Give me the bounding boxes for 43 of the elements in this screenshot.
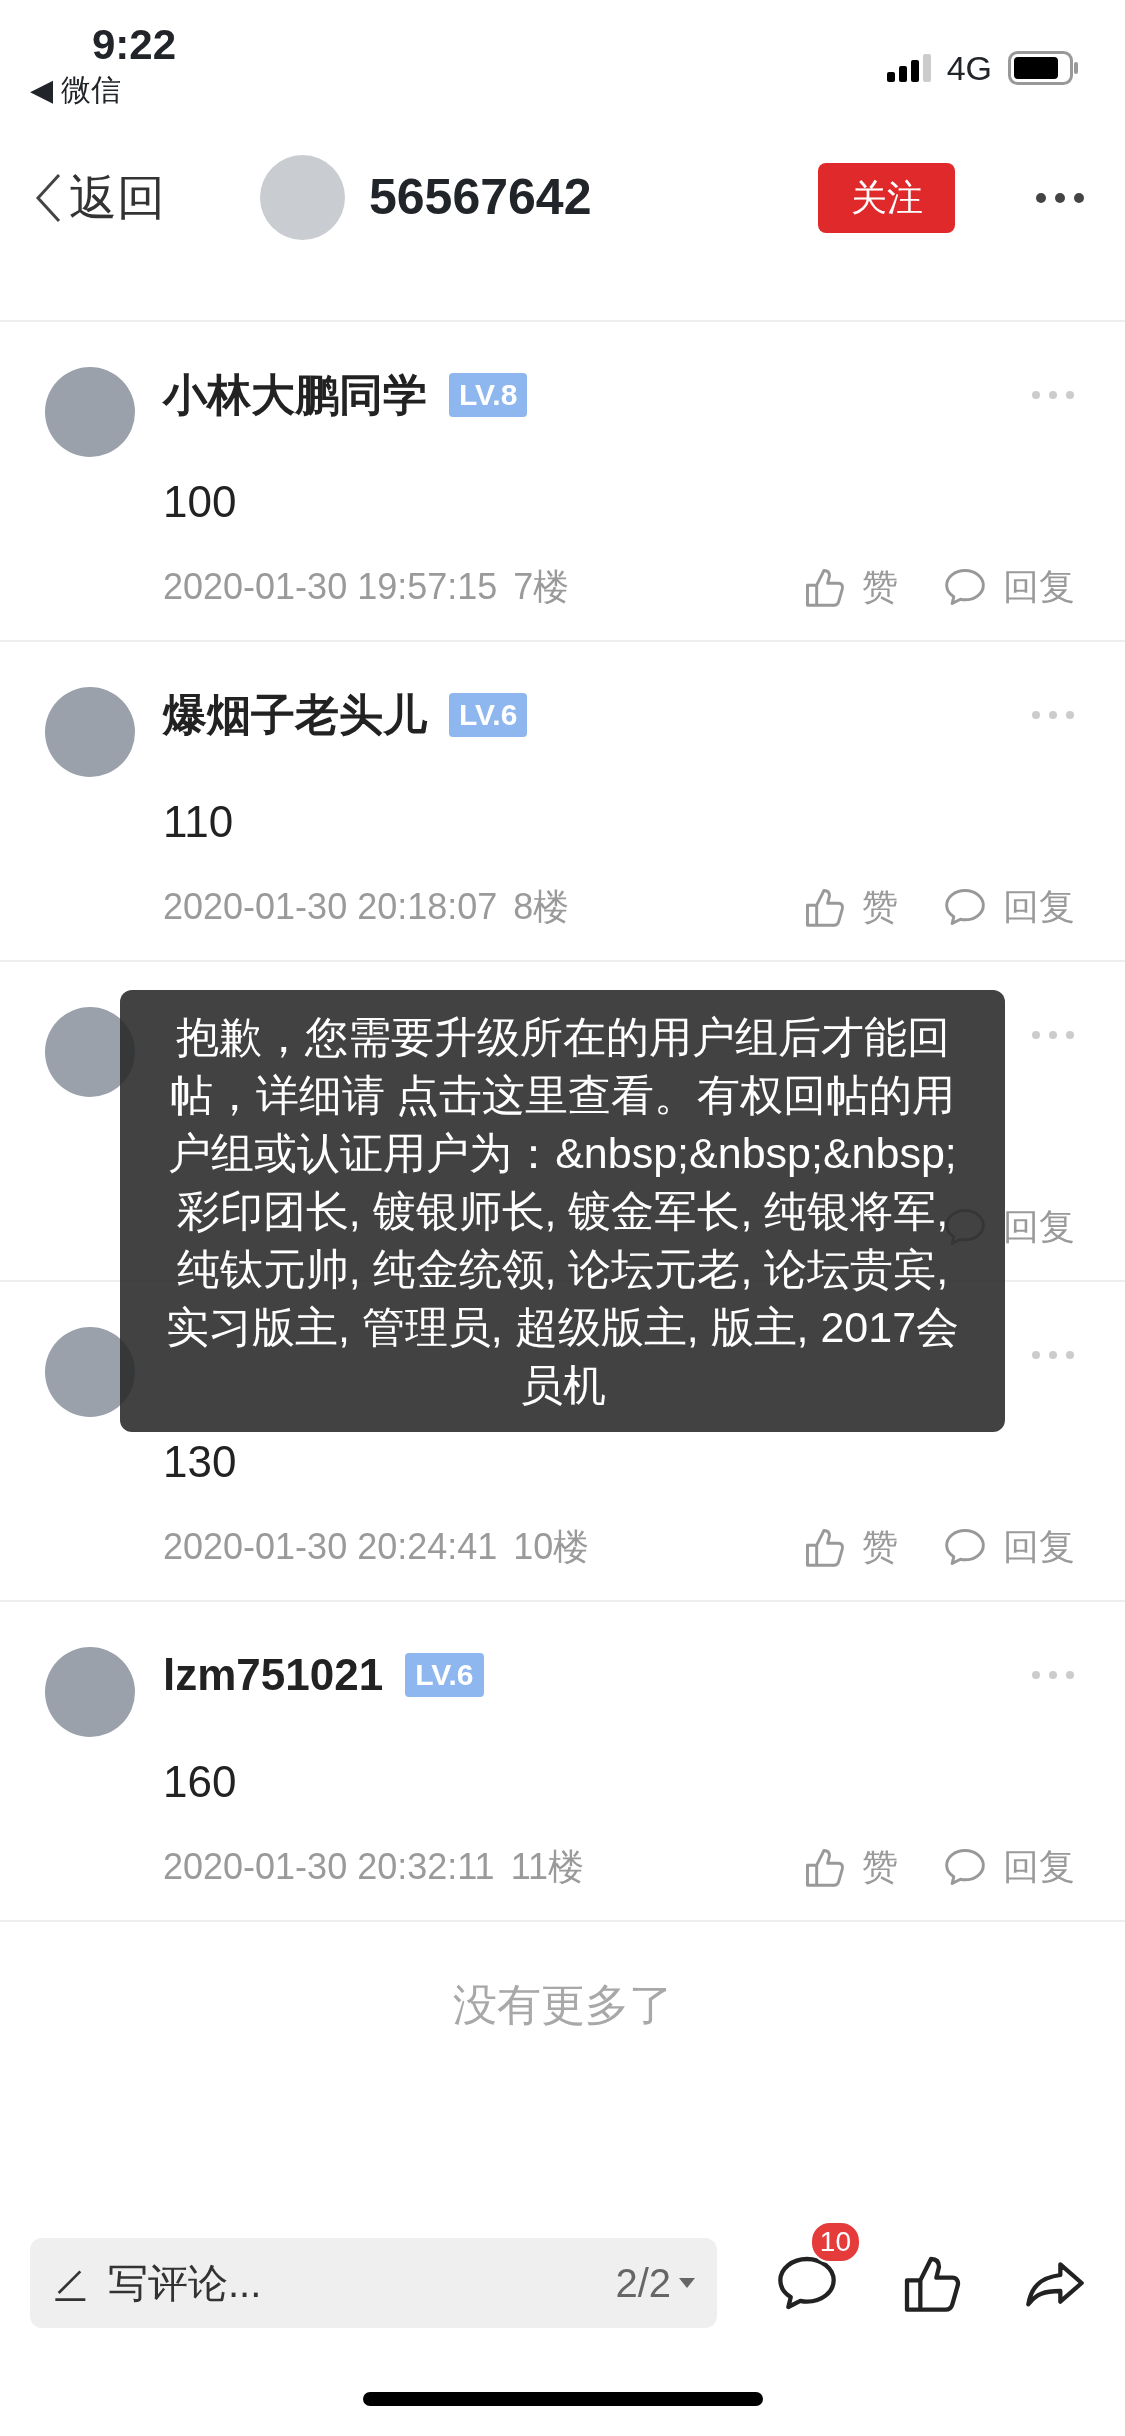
comment-time: 2020-01-30 20:18:07 bbox=[163, 885, 498, 929]
reply-button[interactable]: 回复 bbox=[943, 1522, 1075, 1572]
user-name[interactable]: lzm751021 bbox=[163, 1647, 384, 1702]
floor-number: 10楼 bbox=[513, 1525, 590, 1569]
comment-text: 100 bbox=[163, 477, 237, 526]
level-badge: LV.6 bbox=[449, 692, 528, 737]
floor-number: 8楼 bbox=[513, 885, 570, 929]
comment-text: 160 bbox=[163, 1757, 237, 1806]
back-arrow[interactable]: ◀ bbox=[30, 70, 54, 110]
signal-icon bbox=[886, 54, 931, 82]
comment-time: 2020-01-30 20:32:11 bbox=[163, 1845, 495, 1889]
reply-button[interactable]: 回复 bbox=[943, 562, 1075, 612]
page-selector[interactable]: 2/2 bbox=[615, 2253, 695, 2313]
floor-number: 11楼 bbox=[510, 1845, 584, 1889]
reply-button[interactable]: 回复 bbox=[943, 882, 1075, 932]
comment-count-badge: 10 bbox=[809, 2221, 861, 2263]
comment-text: 110 bbox=[163, 797, 234, 846]
back-app-link[interactable]: 微信 bbox=[61, 70, 122, 110]
user-name[interactable]: 小林大鹏同学 bbox=[163, 367, 427, 422]
status-time: 9:22 bbox=[91, 20, 177, 70]
level-badge: LV.6 bbox=[405, 1652, 484, 1697]
level-badge: LV.8 bbox=[449, 372, 528, 417]
comment-time: 2020-01-30 20:24:41 bbox=[163, 1525, 498, 1569]
user-name[interactable]: 爆烟子老头儿 bbox=[163, 687, 427, 742]
like-button[interactable]: 赞 bbox=[802, 562, 898, 612]
back-button[interactable]: 返回 bbox=[35, 161, 165, 234]
like-button[interactable]: 赞 bbox=[802, 882, 898, 932]
end-of-list-text: 没有更多了 bbox=[451, 1979, 674, 2031]
comment-input-field[interactable]: 写评论... 2/2 bbox=[30, 2238, 717, 2328]
page-title: 56567642 bbox=[369, 168, 592, 227]
network-label: 4G bbox=[946, 47, 992, 89]
permission-toast: 抱歉，您需要升级所在的用户组后才能回帖，详细请 点击这里查看。有权回帖的用户组或认证用户为：&nbsp;&nbsp;&nbsp; 彩印团长, 镀银师长, 镀金军长, 纯银将军, 纯钛元帅, 纯金统领, 论坛元老, 论坛贵宾, 实习版主, 管理员, 超级版主, 版主, 2017会员机 bbox=[120, 990, 1005, 1432]
battery-icon bbox=[1008, 51, 1080, 85]
like-button[interactable]: 赞 bbox=[802, 1522, 898, 1572]
chevron-left-icon bbox=[35, 172, 61, 223]
comment-time: 2020-01-30 19:57:15 bbox=[163, 565, 498, 609]
reply-button[interactable]: 回复 bbox=[943, 1842, 1075, 1892]
more-icon[interactable] bbox=[1035, 191, 1085, 204]
follow-button[interactable]: 关注 bbox=[818, 162, 955, 233]
like-button[interactable]: 赞 bbox=[802, 1842, 898, 1892]
comment-text: 130 bbox=[163, 1437, 237, 1486]
floor-number: 7楼 bbox=[513, 565, 570, 609]
caret-down-icon bbox=[679, 2278, 695, 2288]
